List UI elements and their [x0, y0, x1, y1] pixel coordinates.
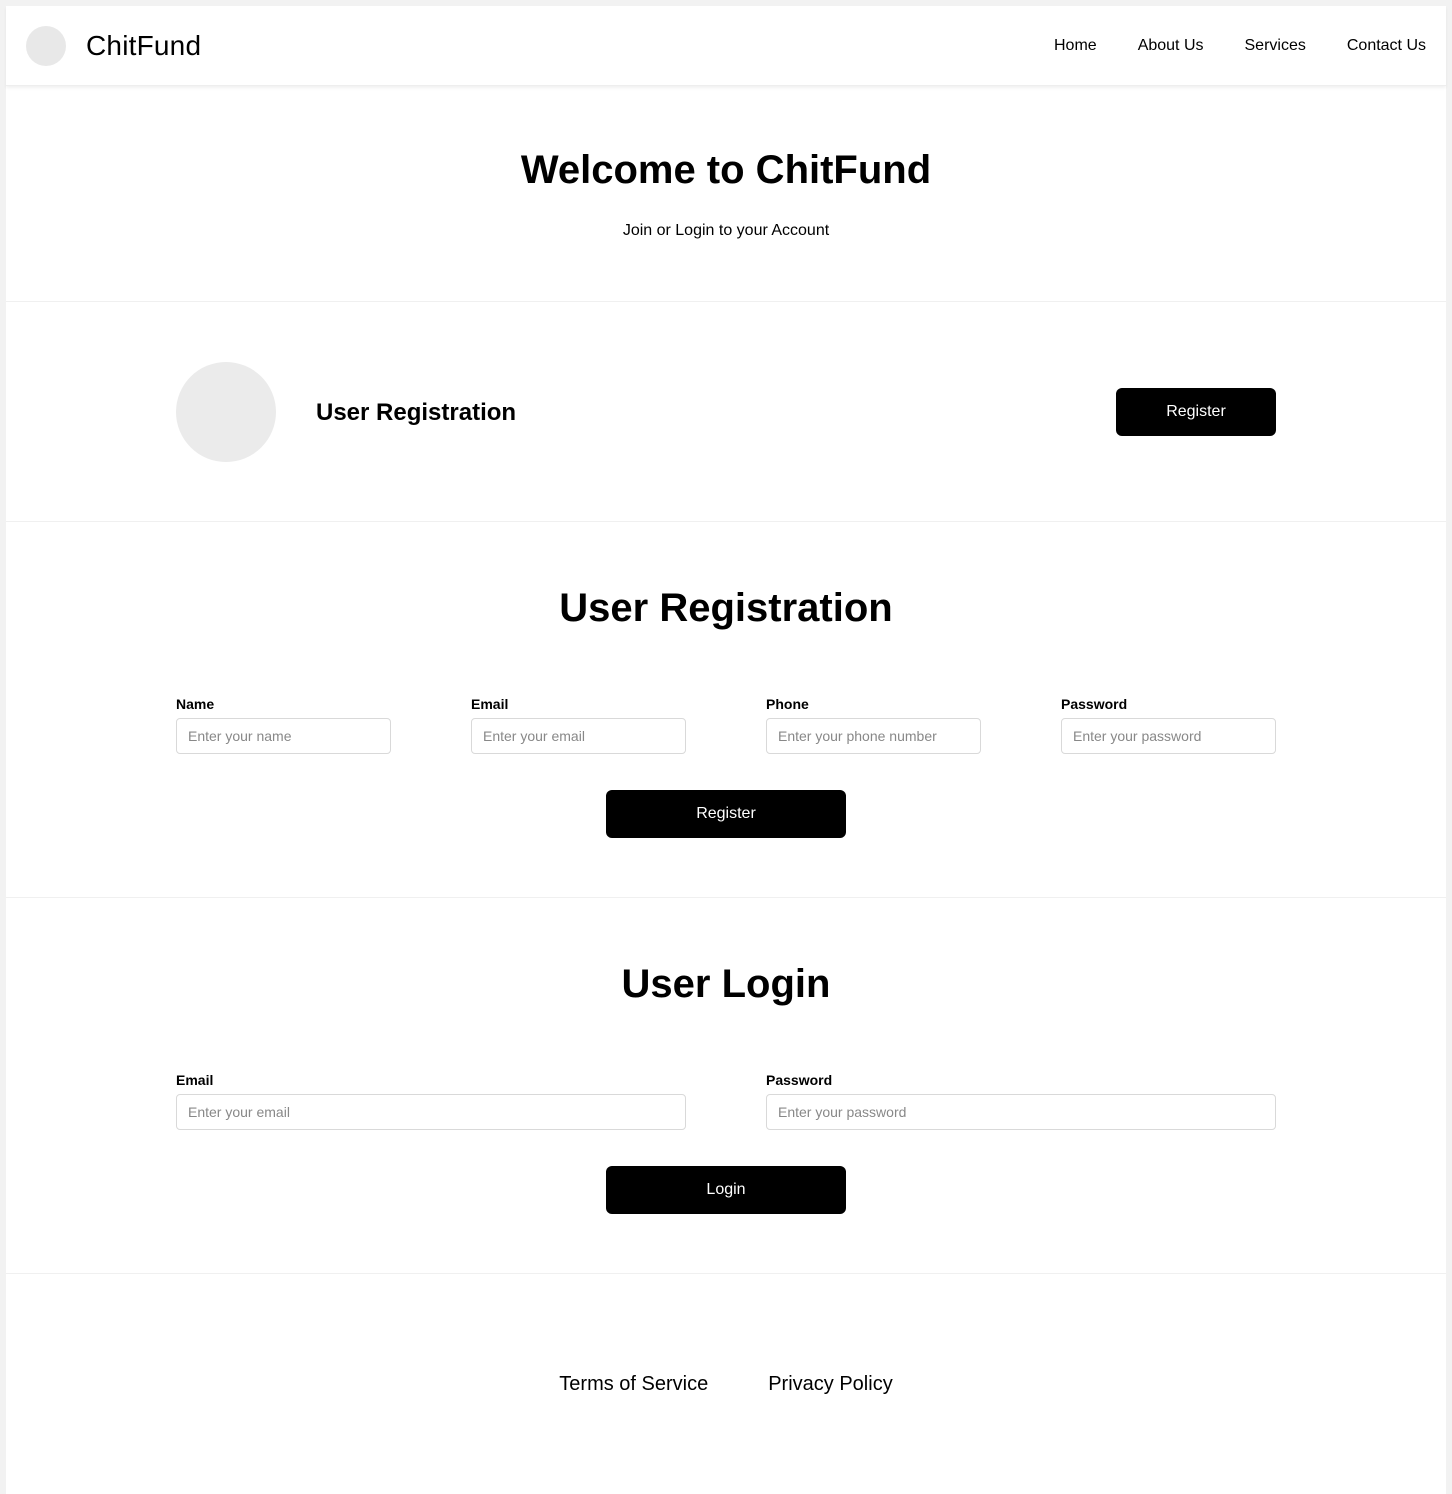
- reg-password-input[interactable]: [1061, 718, 1276, 754]
- nav-contact-us[interactable]: Contact Us: [1347, 36, 1426, 56]
- reg-email-field-group: Email: [471, 696, 686, 754]
- privacy-policy-link[interactable]: Privacy Policy: [768, 1372, 892, 1396]
- hero-section: Welcome to ChitFund Join or Login to you…: [6, 86, 1446, 302]
- main-nav: Home About Us Services Contact Us: [1054, 36, 1426, 56]
- hero-title: Welcome to ChitFund: [520, 148, 932, 192]
- login-submit-button[interactable]: Login: [606, 1166, 846, 1214]
- footer-links: Terms of Service Privacy Policy: [6, 1372, 1446, 1396]
- login-password-label: Password: [766, 1072, 833, 1088]
- banner-title: User Registration: [316, 399, 517, 426]
- phone-field-group: Phone: [766, 696, 981, 754]
- page: ChitFund Home About Us Services Contact …: [6, 6, 1446, 1494]
- login-password-field-group: Password: [766, 1072, 1276, 1130]
- registration-title: User Registration: [559, 586, 893, 630]
- hero-subtitle: Join or Login to your Account: [622, 222, 830, 239]
- login-email-label: Email: [176, 1072, 214, 1088]
- banner-register-button[interactable]: Register: [1116, 388, 1276, 436]
- site-header: ChitFund Home About Us Services Contact …: [6, 6, 1446, 86]
- login-password-input[interactable]: [766, 1094, 1276, 1130]
- logo-icon[interactable]: [26, 26, 66, 66]
- nav-services[interactable]: Services: [1245, 36, 1306, 56]
- register-submit-button[interactable]: Register: [606, 790, 846, 838]
- reg-email-input[interactable]: [471, 718, 686, 754]
- nav-about-us[interactable]: About Us: [1138, 36, 1204, 56]
- phone-input[interactable]: [766, 718, 981, 754]
- nav-home[interactable]: Home: [1054, 36, 1097, 56]
- name-input[interactable]: [176, 718, 391, 754]
- phone-label: Phone: [766, 696, 809, 712]
- login-email-field-group: Email: [176, 1072, 686, 1130]
- login-title: User Login: [621, 962, 831, 1006]
- reg-password-field-group: Password: [1061, 696, 1276, 754]
- reg-password-label: Password: [1061, 696, 1128, 712]
- registration-section: User Registration Name Email Phone Passw…: [6, 522, 1446, 898]
- name-label: Name: [176, 696, 215, 712]
- registration-banner: User Registration Register: [6, 302, 1446, 522]
- name-field-group: Name: [176, 696, 391, 754]
- brand-name[interactable]: ChitFund: [86, 28, 201, 64]
- site-footer: Terms of Service Privacy Policy: [6, 1274, 1446, 1494]
- reg-email-label: Email: [471, 696, 509, 712]
- banner-image-placeholder: [176, 362, 276, 462]
- login-email-input[interactable]: [176, 1094, 686, 1130]
- terms-of-service-link[interactable]: Terms of Service: [559, 1372, 708, 1396]
- login-section: User Login Email Password Login: [6, 898, 1446, 1274]
